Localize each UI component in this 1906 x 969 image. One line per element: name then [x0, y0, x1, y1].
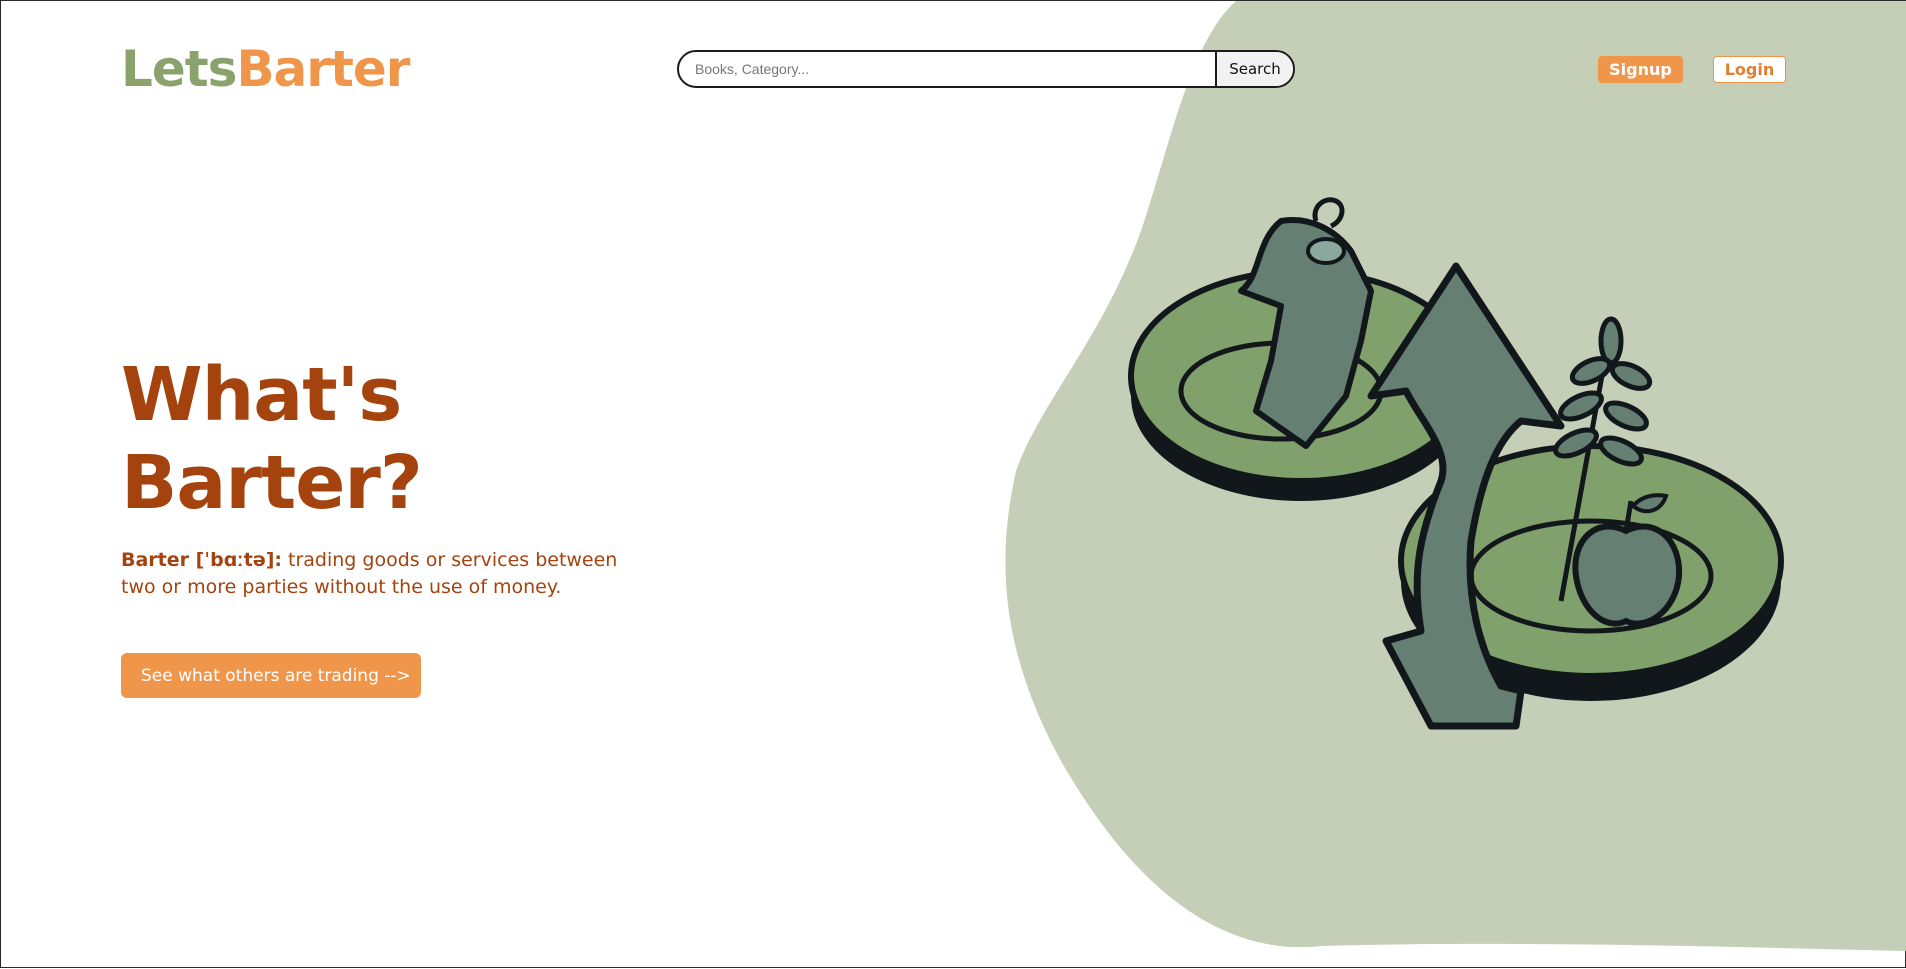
- hero-title: What's Barter?: [121, 352, 423, 526]
- brand-logo-part1: Lets: [121, 40, 237, 98]
- brand-logo-part2: Barter: [236, 40, 410, 98]
- signup-button[interactable]: Signup: [1598, 56, 1683, 83]
- see-trades-button[interactable]: See what others are trading -->: [121, 653, 421, 698]
- search-input[interactable]: [679, 52, 1215, 86]
- login-button[interactable]: Login: [1713, 56, 1786, 83]
- hero-definition: Barter [ˈbɑːtə]: trading goods or servic…: [121, 547, 621, 601]
- search-button[interactable]: Search: [1215, 52, 1293, 86]
- search-bar: Search: [677, 50, 1295, 88]
- top-navbar: LetsBarter Search Signup Login: [1, 1, 1906, 131]
- hero-section: What's Barter? Barter [ˈbɑːtə]: trading …: [121, 351, 721, 698]
- brand-logo[interactable]: LetsBarter: [121, 39, 410, 99]
- barter-term: Barter [ˈbɑːtə]:: [121, 549, 282, 571]
- barter-exchange-illustration: [1128, 197, 1784, 730]
